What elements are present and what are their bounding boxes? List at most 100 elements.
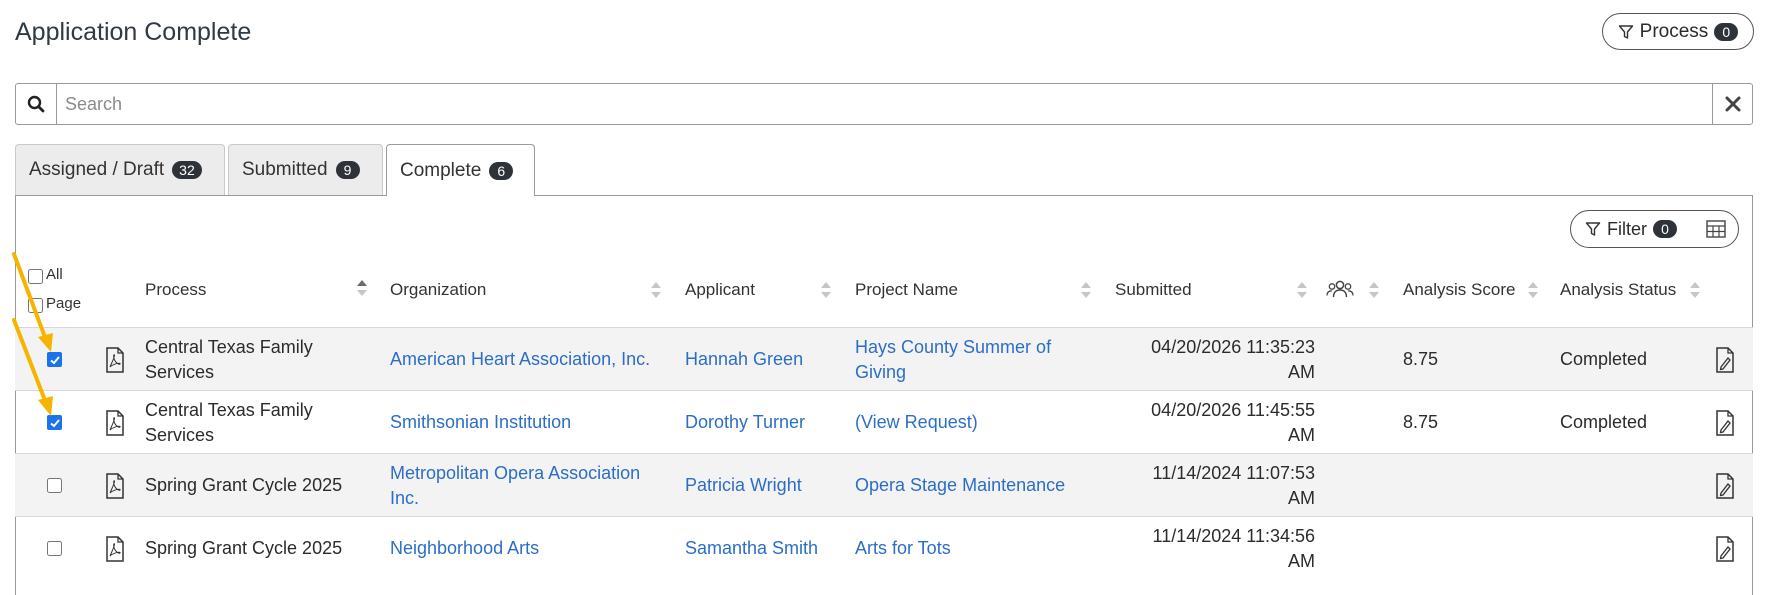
process-button-label: Process xyxy=(1639,20,1709,42)
process-text: Spring Grant Cycle 2025 xyxy=(145,475,343,495)
sort-icon[interactable] xyxy=(1081,282,1091,300)
tab-assigned-draft[interactable]: Assigned / Draft 32 xyxy=(15,144,225,195)
project-link[interactable]: (View Request) xyxy=(855,410,978,435)
process-text: Central Texas Family xyxy=(145,337,313,357)
sort-icon[interactable] xyxy=(357,280,367,298)
pdf-icon[interactable] xyxy=(105,347,125,373)
submitted-text: 11/14/2024 11:07:53 xyxy=(1152,463,1315,483)
table-columns-icon[interactable] xyxy=(1706,220,1726,238)
row-checkbox[interactable] xyxy=(47,415,62,430)
column-header-process[interactable]: Process xyxy=(145,280,206,300)
sort-icon[interactable] xyxy=(1528,282,1538,300)
submitted-cell: 04/20/2026 11:45:55 AM xyxy=(1115,398,1315,448)
search-icon xyxy=(27,95,45,113)
organization-link[interactable]: Smithsonian Institution xyxy=(390,410,571,435)
organization-link[interactable]: Inc. xyxy=(390,486,640,511)
row-checkbox[interactable] xyxy=(47,352,62,367)
organization-link[interactable]: American Heart Association, Inc. xyxy=(390,347,650,372)
tab-complete[interactable]: Complete 6 xyxy=(386,144,535,196)
select-all-label: All xyxy=(46,266,63,283)
column-header-applicant[interactable]: Applicant xyxy=(685,280,755,300)
select-all-checkbox[interactable] xyxy=(28,269,43,284)
submitted-text: 11/14/2024 11:34:56 xyxy=(1152,526,1315,546)
organization-link[interactable]: Neighborhood Arts xyxy=(390,536,539,561)
filter-count-badge: 0 xyxy=(1653,220,1677,238)
process-text: Spring Grant Cycle 2025 xyxy=(145,538,343,558)
table-row: Spring Grant Cycle 2025 Neighborhood Art… xyxy=(15,517,1753,579)
edit-document-icon[interactable] xyxy=(1715,410,1735,436)
sort-icon[interactable] xyxy=(1690,282,1700,300)
applicant-link[interactable]: Samantha Smith xyxy=(685,536,818,561)
tab-label: Submitted xyxy=(242,159,328,180)
tab-count-badge: 6 xyxy=(489,161,514,180)
edit-document-icon[interactable] xyxy=(1715,347,1735,373)
edit-document-icon[interactable] xyxy=(1715,536,1735,562)
process-cell: Central Texas Family Services xyxy=(145,398,313,448)
check-icon xyxy=(49,418,60,427)
row-checkbox[interactable] xyxy=(47,541,62,556)
tab-count-badge: 9 xyxy=(335,161,360,179)
analysis-score: 8.75 xyxy=(1403,412,1439,432)
search-button[interactable] xyxy=(16,84,57,124)
process-text: Central Texas Family xyxy=(145,400,313,420)
submitted-text: AM xyxy=(1288,362,1315,382)
sort-icon[interactable] xyxy=(821,282,831,300)
pdf-icon[interactable] xyxy=(105,473,125,499)
project-link[interactable]: Arts for Tots xyxy=(855,536,951,561)
select-page-checkbox[interactable] xyxy=(28,298,43,313)
submitted-text: AM xyxy=(1288,425,1315,445)
analysis-score: 8.75 xyxy=(1403,349,1439,369)
table-row: Spring Grant Cycle 2025 Metropolitan Ope… xyxy=(15,454,1753,516)
submitted-cell: 11/14/2024 11:07:53 AM xyxy=(1115,461,1315,511)
pdf-icon[interactable] xyxy=(105,536,125,562)
reviewers-icon xyxy=(1326,280,1354,298)
submitted-text: 04/20/2026 11:45:55 xyxy=(1151,400,1315,420)
submitted-text: AM xyxy=(1288,488,1315,508)
column-header-analysis-status[interactable]: Analysis Status xyxy=(1560,280,1676,300)
column-header-submitted[interactable]: Submitted xyxy=(1115,280,1192,300)
process-text: Services xyxy=(145,425,215,445)
tab-submitted[interactable]: Submitted 9 xyxy=(228,144,383,195)
close-icon xyxy=(1725,96,1740,112)
page-title: Application Complete xyxy=(15,18,252,46)
check-icon xyxy=(49,355,60,364)
project-link[interactable]: Giving xyxy=(855,360,1051,385)
process-button[interactable]: Process 0 xyxy=(1602,13,1754,50)
applicant-link[interactable]: Dorothy Turner xyxy=(685,410,805,435)
table-row: Central Texas Family Services Smithsonia… xyxy=(15,391,1753,453)
select-page-label: Page xyxy=(46,295,82,312)
search-input[interactable] xyxy=(57,84,1712,124)
funnel-icon xyxy=(1585,222,1601,236)
table-row: Central Texas Family Services American H… xyxy=(15,328,1753,390)
analysis-status: Completed xyxy=(1560,349,1648,369)
process-cell: Central Texas Family Services xyxy=(145,335,313,385)
sort-icon[interactable] xyxy=(1369,282,1379,300)
process-text: Services xyxy=(145,362,215,382)
submitted-cell: 11/14/2024 11:34:56 AM xyxy=(1115,524,1315,574)
organization-link[interactable]: Metropolitan Opera Association xyxy=(390,461,640,486)
column-header-analysis-score[interactable]: Analysis Score xyxy=(1403,280,1515,300)
edit-document-icon[interactable] xyxy=(1715,473,1735,499)
organization-cell: Metropolitan Opera Association Inc. xyxy=(390,461,640,511)
column-header-project-name[interactable]: Project Name xyxy=(855,280,958,300)
project-link[interactable]: Opera Stage Maintenance xyxy=(855,473,1065,498)
tab-label: Assigned / Draft xyxy=(29,159,165,180)
filter-button-label: Filter xyxy=(1607,218,1647,239)
tab-count-badge: 32 xyxy=(172,161,202,179)
analysis-status: Completed xyxy=(1560,412,1648,432)
applicant-link[interactable]: Patricia Wright xyxy=(685,473,802,498)
tab-label: Complete xyxy=(400,159,482,181)
project-link[interactable]: Hays County Summer of xyxy=(855,335,1051,360)
search-bar xyxy=(15,83,1753,125)
submitted-text: AM xyxy=(1288,551,1315,571)
pdf-icon[interactable] xyxy=(105,410,125,436)
project-cell: Hays County Summer of Giving xyxy=(855,335,1051,385)
applicant-link[interactable]: Hannah Green xyxy=(685,347,803,372)
column-header-organization[interactable]: Organization xyxy=(390,280,486,300)
process-count-badge: 0 xyxy=(1714,22,1739,41)
filter-button[interactable]: Filter 0 xyxy=(1570,210,1739,248)
sort-icon[interactable] xyxy=(651,282,661,300)
sort-icon[interactable] xyxy=(1297,282,1307,300)
clear-search-button[interactable] xyxy=(1712,84,1752,124)
row-checkbox[interactable] xyxy=(47,478,62,493)
